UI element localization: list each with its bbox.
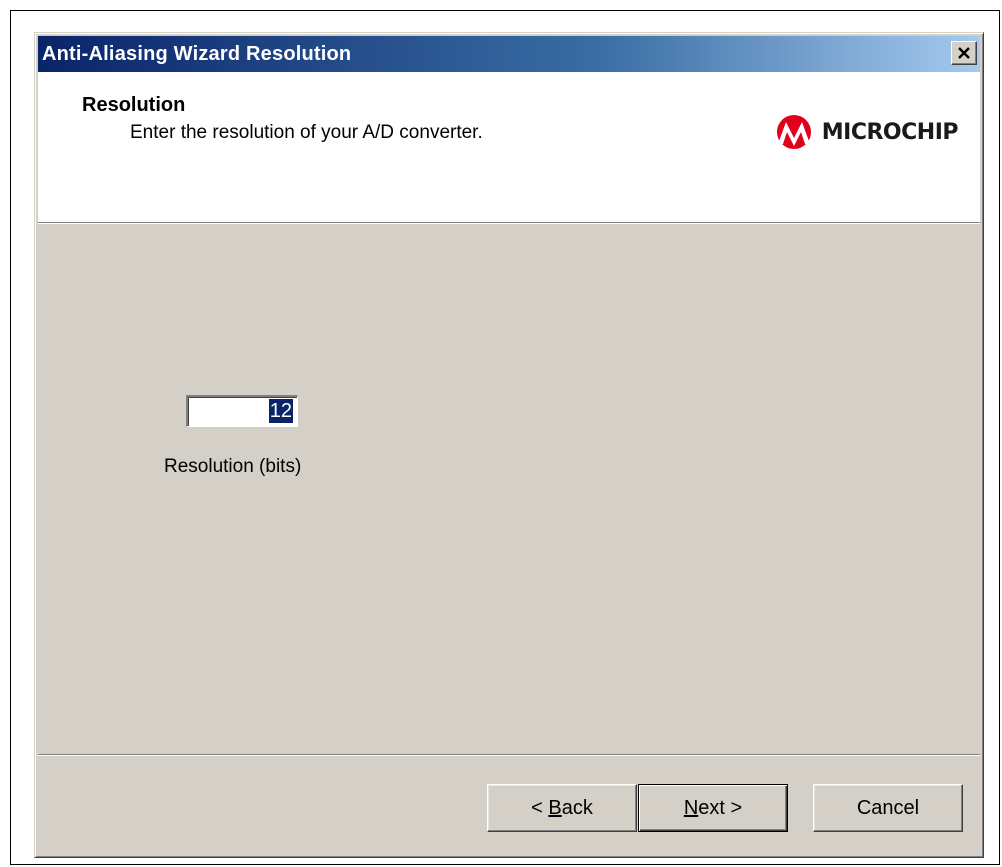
resolution-label: Resolution (bits) [164,456,302,477]
close-button[interactable] [951,41,977,65]
next-button[interactable]: Next > [638,784,788,832]
footer-separator [38,754,980,756]
page-title: Resolution [82,94,186,116]
next-button-label: ext > [698,796,743,819]
resolution-value: 12 [268,399,293,423]
wizard-body: 12 Resolution (bits) [38,223,980,757]
back-button-prefix: < [531,796,549,819]
resolution-input[interactable]: 12 [186,395,298,427]
cancel-button[interactable]: Cancel [813,784,963,832]
back-button-label: ack [561,796,593,819]
back-button[interactable]: < Back [487,784,637,832]
title-bar[interactable]: Anti-Aliasing Wizard Resolution [38,36,980,72]
close-icon [958,47,970,59]
logo-wordmark: MICROCHIP [821,119,959,145]
microchip-logo-icon [776,115,811,149]
next-button-mnemonic: N [683,796,699,819]
back-button-mnemonic: B [548,796,562,819]
window-title: Anti-Aliasing Wizard Resolution [42,43,352,65]
cancel-button-label: Cancel [856,796,920,819]
wizard-header: Resolution Enter the resolution of your … [38,72,980,223]
page-subtitle: Enter the resolution of your A/D convert… [130,122,483,143]
microchip-logo: MICROCHIP [772,114,959,150]
wizard-dialog: Anti-Aliasing Wizard Resolution Resoluti… [34,32,984,858]
